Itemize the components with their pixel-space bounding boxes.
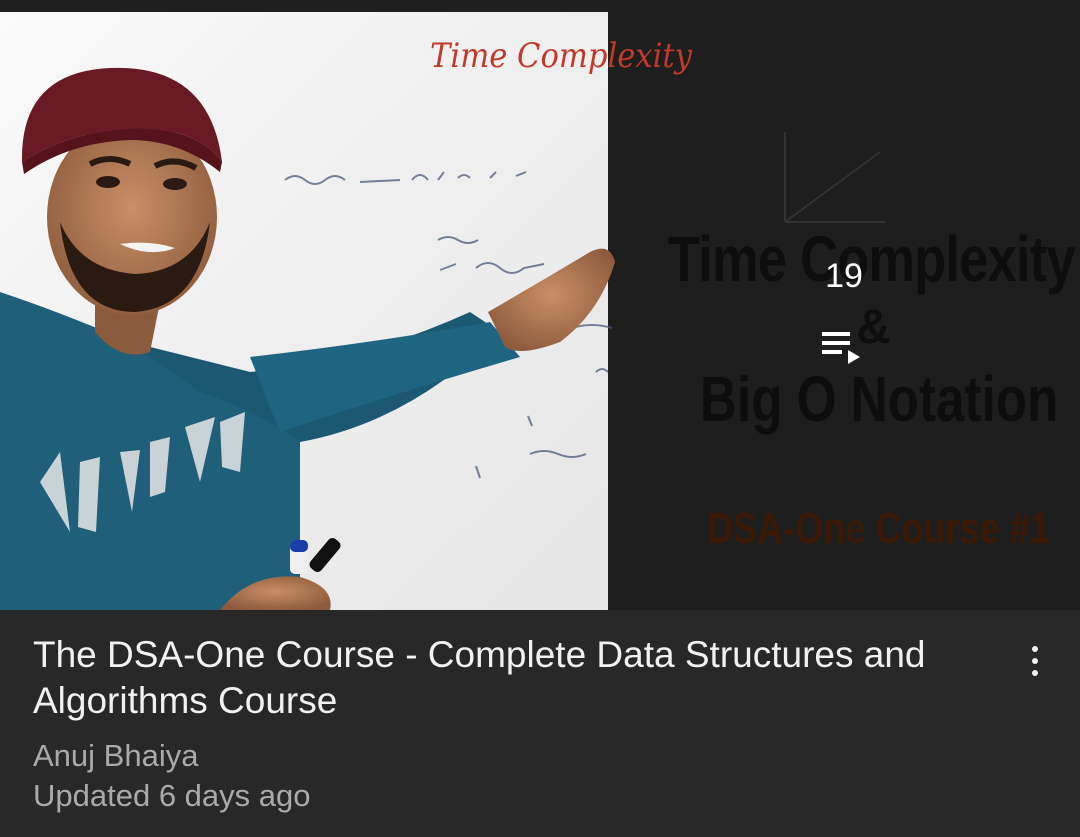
overlay-course-label: DSA-One Course #1 — [707, 504, 1050, 553]
top-strip — [0, 0, 1080, 12]
more-vert-icon[interactable] — [1012, 638, 1058, 684]
video-title[interactable]: The DSA-One Course - Complete Data Struc… — [33, 632, 993, 724]
overlay-subtitle: Big O Notation — [700, 363, 1059, 435]
playlist-card[interactable]: Time Complexity Time Complexity & Big O … — [0, 12, 1080, 837]
whiteboard-title: Time Complexity — [430, 36, 693, 76]
playlist-thumbnail[interactable]: Time Complexity Time Complexity & Big O … — [0, 12, 1080, 610]
playlist-video-count: 19 — [825, 257, 863, 295]
playlist-play-icon — [822, 332, 860, 364]
video-info: The DSA-One Course - Complete Data Struc… — [33, 632, 993, 816]
updated-label: Updated 6 days ago — [33, 778, 311, 813]
channel-name[interactable]: Anuj Bhaiya — [33, 736, 993, 776]
